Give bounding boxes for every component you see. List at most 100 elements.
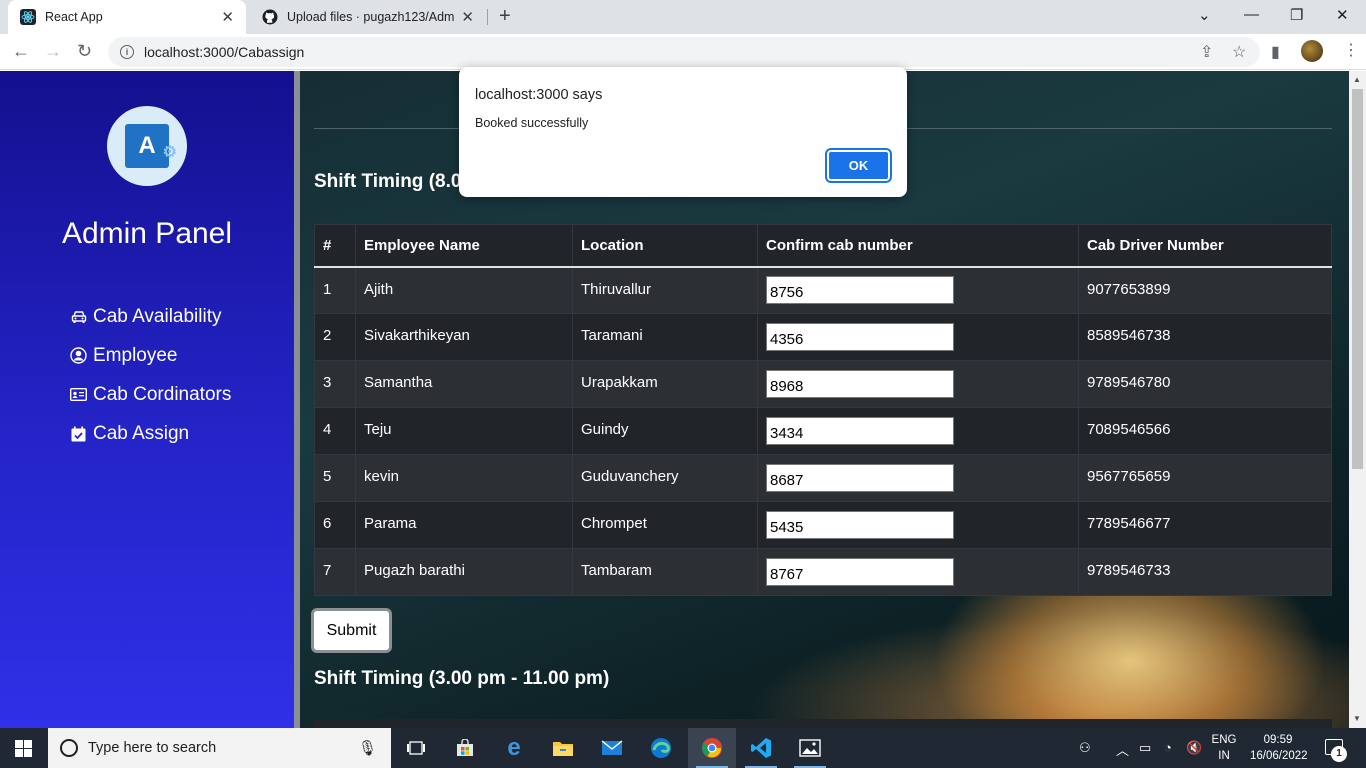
address-bar[interactable]: i localhost:3000/Cabassign [108,37,1260,67]
taskbar-search[interactable]: Type here to search 🎙 [48,728,391,768]
back-icon[interactable]: ← [12,41,30,62]
cab-number-input[interactable] [766,558,954,586]
task-view-icon[interactable] [392,728,440,768]
new-tab-icon[interactable]: + [499,5,511,28]
col-header-location: Location [572,224,758,268]
employee-name: Sivakarthikeyan [355,313,573,361]
location: Taramani [572,313,758,361]
close-tab-icon[interactable]: ✕ [221,8,234,26]
lang-code: ENG [1211,734,1237,746]
car-icon [70,308,87,325]
people-icon[interactable]: ⚇ [1079,740,1091,756]
forward-icon[interactable]: → [44,41,62,62]
table-row: 2 Sivakarthikeyan Taramani 8589546738 [314,313,1332,361]
close-window-icon[interactable]: ✕ [1336,6,1349,24]
cab-number-input[interactable] [766,464,954,492]
shift-2-table [314,719,1332,728]
profile-avatar[interactable] [1301,40,1323,62]
system-clock[interactable]: 09:59 16/06/2022 [1250,732,1308,764]
cab-number-input[interactable] [766,323,954,351]
edge-icon[interactable] [637,728,685,768]
tab-search-icon[interactable]: ⌄ [1198,6,1211,24]
ok-button[interactable]: OK [825,148,892,183]
driver-number: 9789546733 [1078,548,1332,596]
page-scrollbar[interactable]: ▲ ▼ [1349,71,1366,728]
info-icon[interactable]: i [120,45,134,59]
show-hidden-icons-icon[interactable]: ︿ [1116,740,1129,759]
lang-region: IN [1218,750,1230,762]
driver-number: 8589546738 [1078,313,1332,361]
table-row: 5 kevin Guduvanchery 9567765659 [314,454,1332,502]
driver-number: 9567765659 [1078,454,1332,502]
battery-icon[interactable]: ▭ [1139,740,1151,756]
microphone-icon[interactable]: 🎙 [358,739,377,757]
tab-upload-files[interactable]: Upload files · pugazh123/Admin ✕ [250,0,486,34]
table-row: 6 Parama Chrompet 7789546677 [314,501,1332,549]
vscode-icon[interactable] [737,728,785,768]
sidebar-item-cab-assign[interactable]: Cab Assign [70,414,231,453]
cab-number-input[interactable] [766,417,954,445]
sidebar-item-cab-availability[interactable]: Cab Availability [70,297,231,336]
row-number: 2 [314,313,356,361]
row-number: 3 [314,360,356,408]
col-header-driver-number: Cab Driver Number [1078,224,1332,268]
side-panel-icon[interactable]: ▮ [1271,42,1280,62]
location: Guindy [572,407,758,455]
cab-number-input[interactable] [766,276,954,305]
file-explorer-icon[interactable] [539,728,587,768]
more-menu-icon[interactable]: ⋮ [1343,40,1359,60]
cab-number-cell [757,360,1079,408]
scroll-down-icon[interactable]: ▼ [1353,714,1361,723]
github-icon [262,9,278,25]
windows-start-icon[interactable] [15,740,32,762]
employee-name: Pugazh barathi [355,548,573,596]
cab-number-cell [757,454,1079,502]
language-indicator[interactable]: ENG IN [1208,732,1240,764]
url-text: localhost:3000/Cabassign [144,44,305,60]
sidebar-item-cab-cordinators[interactable]: Cab Cordinators [70,375,231,414]
mail-icon[interactable] [588,728,636,768]
scroll-up-icon[interactable]: ▲ [1353,75,1361,84]
bookmark-star-icon[interactable]: ☆ [1232,42,1246,62]
driver-number: 7789546677 [1078,501,1332,549]
id-card-icon [70,386,87,403]
col-header-confirm-cab: Confirm cab number [757,224,1079,268]
sidebar: A ⚙ Admin Panel Cab Availability Employe… [0,71,294,728]
reload-icon[interactable]: ↻ [77,41,92,62]
user-circle-icon [70,347,87,364]
admin-logo: A ⚙ [107,106,187,186]
react-icon [20,9,36,25]
cab-number-cell [757,407,1079,455]
cab-number-input[interactable] [766,511,954,539]
scrollbar-thumb[interactable] [1352,89,1363,469]
close-tab-icon[interactable]: ✕ [461,8,474,26]
sidebar-title: Admin Panel [61,217,233,250]
wifi-icon[interactable]: ◔ [1164,740,1172,755]
chrome-icon[interactable] [688,728,736,768]
edge-legacy-icon[interactable]: e [490,728,538,768]
share-icon[interactable]: ⇪ [1200,42,1213,62]
minimize-icon[interactable]: — [1244,6,1259,23]
row-number: 6 [314,501,356,549]
employee-name: Ajith [355,266,573,314]
photos-icon[interactable] [786,728,834,768]
access-logo-icon: A ⚙ [125,124,177,168]
store-icon[interactable] [441,728,489,768]
tab-title: Upload files · pugazh123/Admin [287,10,456,24]
cab-assign-table: # Employee Name Location Confirm cab num… [314,224,1332,596]
sidebar-item-employee[interactable]: Employee [70,336,231,375]
row-number: 7 [314,548,356,596]
table-header-row: # Employee Name Location Confirm cab num… [314,224,1332,268]
tab-react-app[interactable]: React App ✕ [8,0,246,34]
location: Tambaram [572,548,758,596]
windows-taskbar: Type here to search 🎙 e ⚇ ︿ ▭ ◔ 🔇 ENG IN… [0,728,1366,768]
cab-number-input[interactable] [766,370,954,398]
submit-button[interactable]: Submit [311,608,392,653]
volume-muted-icon[interactable]: 🔇 [1186,740,1202,756]
employee-name: kevin [355,454,573,502]
notification-count-badge: 1 [1331,746,1347,762]
table-row: 1 Ajith Thiruvallur 9077653899 [314,266,1332,314]
browser-toolbar: ← → ↻ i localhost:3000/Cabassign ⇪ ☆ ▮ ⋮ [0,34,1366,70]
cab-number-cell [757,501,1079,549]
restore-icon[interactable]: ❐ [1290,6,1303,24]
